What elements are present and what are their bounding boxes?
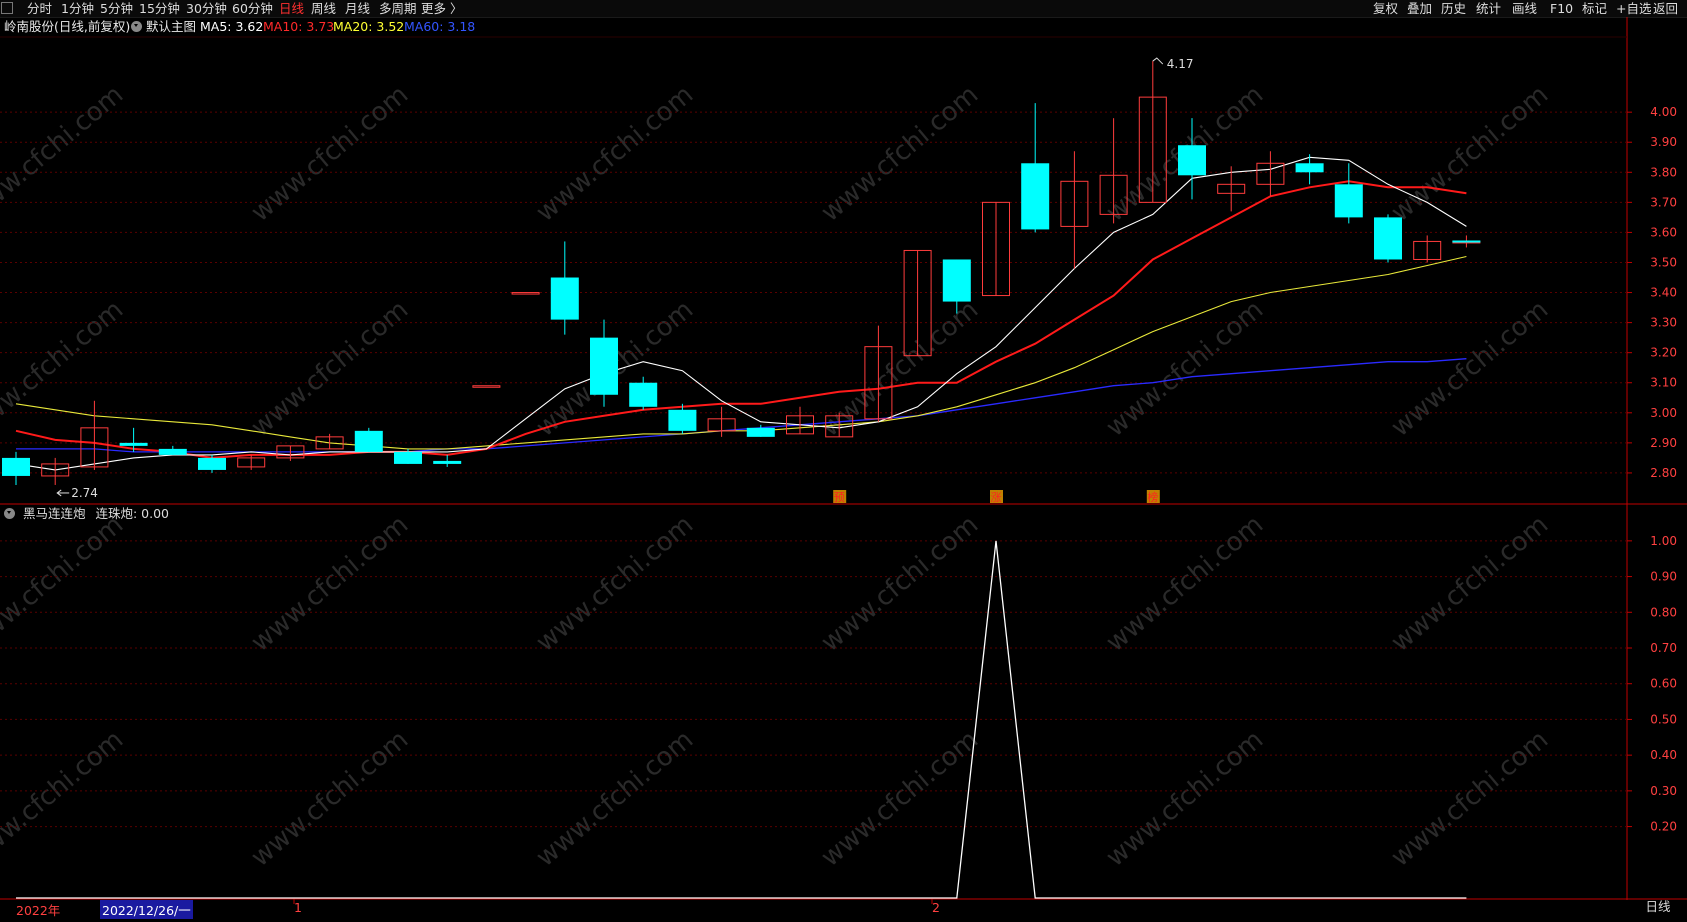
main-grid	[0, 17, 1687, 904]
watermark-text: www.cfchi.com	[816, 510, 985, 658]
indicator-grid	[0, 540, 1632, 828]
watermark-text: www.cfchi.com	[1386, 725, 1555, 873]
event-mark-label: 涨	[991, 491, 1002, 504]
watermark-text: www.cfchi.com	[246, 80, 415, 228]
indicator-name[interactable]: 黑马连连炮	[23, 506, 86, 521]
watermark-text: www.cfchi.com	[0, 80, 129, 228]
candle-body-down	[1334, 184, 1363, 218]
y-tick-label: 0.30	[1650, 784, 1677, 798]
watermark-text: www.cfchi.com	[1386, 510, 1555, 658]
candle-body-up	[472, 385, 501, 388]
indicator-dropdown-icon[interactable]	[4, 508, 15, 519]
kline-chart-canvas[interactable]: www.cfchi.com www.cfchi.com www.cfchi.com w…	[0, 0, 1687, 922]
y-tick-label: 2.90	[1650, 436, 1677, 450]
candles	[2, 61, 1481, 485]
candle-body-down	[1295, 163, 1324, 173]
time-label-3: 2	[932, 900, 940, 915]
low-label: 2.74	[71, 486, 98, 500]
y-tick-label: 3.10	[1650, 376, 1677, 390]
candle-body-down	[354, 430, 383, 452]
watermark-text: www.cfchi.com	[246, 725, 415, 873]
watermark-layer: www.cfchi.com www.cfchi.com www.cfchi.com w…	[0, 80, 1554, 873]
watermark-text: www.cfchi.com	[816, 725, 985, 873]
candle-body-down	[668, 409, 697, 431]
y-tick-label: 3.50	[1650, 255, 1677, 269]
candle-body-down	[629, 382, 658, 407]
candle-body-down	[2, 457, 30, 476]
y-tick-label: 3.30	[1650, 316, 1677, 330]
candle-body-down	[590, 337, 618, 395]
candle-body-down	[433, 460, 462, 464]
period-indicator[interactable]: 日线	[1629, 898, 1687, 916]
candle-body-down	[550, 277, 579, 320]
watermark-text: www.cfchi.com	[531, 80, 700, 228]
candle-body-down	[746, 427, 775, 437]
candle-body-down	[198, 457, 226, 470]
watermark-text: www.cfchi.com	[816, 80, 985, 228]
indicator-value: 连珠炮: 0.00	[95, 506, 170, 521]
candle-body-down	[1021, 163, 1050, 230]
y-tick-label: 3.20	[1650, 346, 1677, 360]
watermark-text: www.cfchi.com	[1386, 80, 1555, 228]
y-tick-label: 3.90	[1650, 135, 1677, 149]
time-axis: 2022年 2022/12/26/一 1 2	[0, 900, 1627, 919]
watermark-text: www.cfchi.com	[1101, 725, 1270, 873]
candle-body-down	[1374, 217, 1402, 260]
high-label: 4.17	[1167, 57, 1194, 71]
watermark-text: www.cfchi.com	[0, 510, 129, 658]
time-label-2: 1	[294, 900, 302, 915]
watermark-text: www.cfchi.com	[246, 295, 415, 443]
watermark-text: www.cfchi.com	[531, 725, 700, 873]
candle-body-down	[158, 448, 187, 455]
high-marker	[1152, 57, 1164, 65]
y-tick-label: 4.00	[1650, 105, 1677, 119]
y-tick-label: 0.50	[1650, 712, 1677, 726]
time-cursor-label: 2022/12/26/一	[100, 900, 193, 919]
watermark-text: www.cfchi.com	[1101, 295, 1270, 443]
indicator-header: 黑马连连炮 连珠炮: 0.00	[4, 505, 169, 523]
y-tick-label: 3.40	[1650, 286, 1677, 300]
time-label-0: 2022年	[16, 903, 61, 918]
watermark-text: www.cfchi.com	[0, 295, 129, 443]
candle-body-down	[1178, 145, 1206, 176]
candle-body-down	[119, 442, 148, 446]
watermark-text: www.cfchi.com	[816, 295, 985, 443]
candle-body-up	[511, 292, 540, 295]
y-tick-label: 1.00	[1650, 534, 1677, 548]
ma60-line	[16, 358, 1467, 453]
y-tick-label: 2.80	[1650, 466, 1677, 480]
y-tick-label: 0.90	[1650, 570, 1677, 584]
y-tick-label: 0.20	[1650, 820, 1677, 834]
event-mark-label: 预	[834, 491, 845, 504]
y-tick-label: 3.70	[1650, 195, 1677, 209]
watermark-text: www.cfchi.com	[0, 725, 129, 873]
y-tick-label: 3.80	[1650, 165, 1677, 179]
event-mark-label: 榜	[1147, 490, 1158, 504]
y-tick-label: 3.60	[1650, 225, 1677, 239]
y-tick-label: 0.80	[1650, 605, 1677, 619]
candle-body-down	[394, 451, 422, 464]
watermark-text: www.cfchi.com	[1101, 510, 1270, 658]
y-tick-label: 0.60	[1650, 677, 1677, 691]
y-tick-label: 0.70	[1650, 641, 1677, 655]
watermark-text: www.cfchi.com	[246, 510, 415, 658]
y-tick-label: 0.40	[1650, 748, 1677, 762]
candle-body-down	[942, 259, 971, 302]
y-tick-label: 3.00	[1650, 406, 1677, 420]
watermark-text: www.cfchi.com	[531, 510, 700, 658]
watermark-text: www.cfchi.com	[1386, 295, 1555, 443]
